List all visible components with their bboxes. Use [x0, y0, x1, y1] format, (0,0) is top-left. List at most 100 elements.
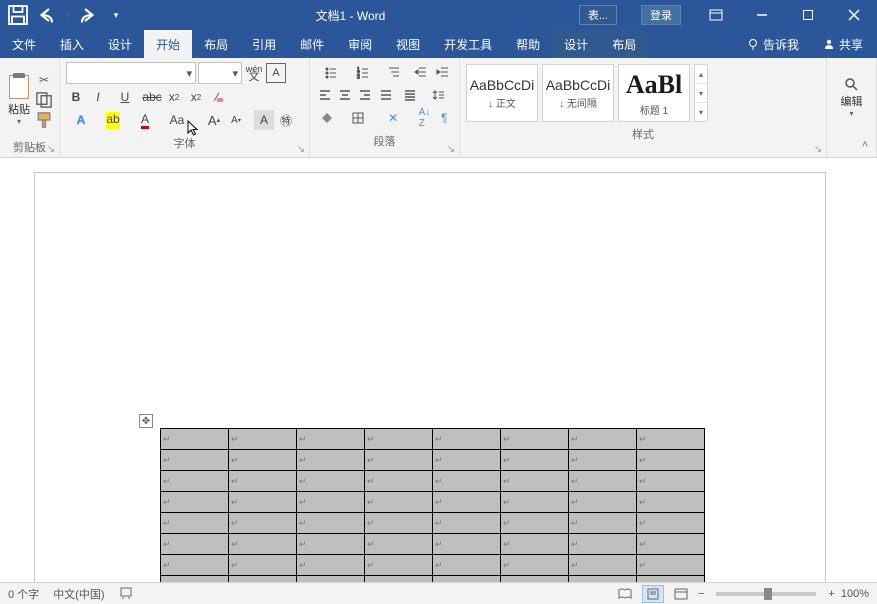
- table-cell[interactable]: ↵: [297, 492, 365, 513]
- clipboard-launcher-icon[interactable]: ↘: [45, 143, 57, 155]
- zoom-in-icon[interactable]: +: [828, 588, 834, 600]
- table-row[interactable]: ↵↵↵↵↵↵↵↵: [161, 492, 705, 513]
- font-launcher-icon[interactable]: ↘: [295, 143, 307, 155]
- table-row[interactable]: ↵↵↵↵↵↵↵↵: [161, 471, 705, 492]
- table-cell[interactable]: ↵: [569, 555, 637, 576]
- table-cell[interactable]: ↵: [501, 555, 569, 576]
- subscript-icon[interactable]: x2: [164, 87, 184, 107]
- asian-layout-icon[interactable]: ✕: [380, 108, 406, 128]
- ribbon-display-options-icon[interactable]: [693, 0, 739, 30]
- text-effects-icon[interactable]: A: [66, 110, 96, 130]
- decrease-indent-icon[interactable]: [411, 62, 431, 82]
- save-icon[interactable]: [6, 3, 30, 27]
- style-heading1[interactable]: AaBl标题 1: [618, 64, 690, 122]
- change-case-icon[interactable]: Aa: [162, 110, 192, 130]
- tab-insert[interactable]: 插入: [48, 30, 96, 58]
- table-row[interactable]: ↵↵↵↵↵↵↵↵: [161, 450, 705, 471]
- tab-references[interactable]: 引用: [240, 30, 288, 58]
- table-cell[interactable]: ↵: [297, 513, 365, 534]
- web-layout-icon[interactable]: [670, 585, 692, 603]
- superscript-icon[interactable]: x2: [186, 87, 206, 107]
- format-painter-icon[interactable]: [34, 111, 54, 129]
- font-color-icon[interactable]: A: [130, 110, 160, 130]
- table-cell[interactable]: ↵: [365, 513, 433, 534]
- table-cell[interactable]: ↵: [637, 513, 705, 534]
- collapse-ribbon-icon[interactable]: ˄: [857, 137, 873, 153]
- table-row[interactable]: ↵↵↵↵↵↵↵↵: [161, 429, 705, 450]
- zoom-out-icon[interactable]: −: [698, 588, 704, 600]
- font-size-combo[interactable]: ▾: [198, 62, 242, 84]
- table-cell[interactable]: ↵: [501, 471, 569, 492]
- table-cell[interactable]: ↵: [637, 429, 705, 450]
- grow-font-icon[interactable]: A▴: [204, 110, 224, 130]
- share-button[interactable]: 共享: [809, 36, 877, 53]
- table-cell[interactable]: ↵: [229, 555, 297, 576]
- align-center-icon[interactable]: [336, 85, 354, 105]
- table-cell[interactable]: ↵: [297, 429, 365, 450]
- table-cell[interactable]: ↵: [229, 471, 297, 492]
- document-table[interactable]: ↵↵↵↵↵↵↵↵↵↵↵↵↵↵↵↵↵↵↵↵↵↵↵↵↵↵↵↵↵↵↵↵↵↵↵↵↵↵↵↵…: [160, 428, 705, 582]
- paste-button[interactable]: 粘贴 ▾: [6, 62, 32, 137]
- undo-dropdown-icon[interactable]: [62, 3, 72, 27]
- tab-file[interactable]: 文件: [0, 30, 48, 58]
- line-spacing-icon[interactable]: [426, 85, 453, 105]
- table-cell[interactable]: ↵: [433, 513, 501, 534]
- justify-icon[interactable]: [377, 85, 395, 105]
- paragraph-launcher-icon[interactable]: ↘: [445, 143, 457, 155]
- table-cell[interactable]: ↵: [297, 450, 365, 471]
- tab-table-design[interactable]: 设计: [552, 30, 600, 58]
- table-cell[interactable]: ↵: [569, 513, 637, 534]
- increase-indent-icon[interactable]: [433, 62, 453, 82]
- shrink-font-icon[interactable]: A▾: [226, 110, 246, 130]
- multilevel-list-icon[interactable]: [380, 62, 410, 82]
- align-right-icon[interactable]: [356, 85, 374, 105]
- login-button[interactable]: 登录: [629, 0, 693, 30]
- style-nospacing[interactable]: AaBbCcDi↓ 无间隔: [542, 64, 614, 122]
- numbering-icon[interactable]: 123: [348, 62, 378, 82]
- tab-mailings[interactable]: 邮件: [288, 30, 336, 58]
- char-shading-icon[interactable]: A: [254, 110, 274, 130]
- show-hide-icon[interactable]: ¶: [435, 108, 453, 128]
- table-cell[interactable]: ↵: [229, 429, 297, 450]
- table-cell[interactable]: ↵: [569, 534, 637, 555]
- print-layout-icon[interactable]: [642, 585, 664, 603]
- style-normal[interactable]: AaBbCcDi↓ 正文: [466, 64, 538, 122]
- table-cell[interactable]: ↵: [297, 555, 365, 576]
- table-cell[interactable]: ↵: [229, 513, 297, 534]
- distributed-icon[interactable]: [397, 85, 424, 105]
- cut-icon[interactable]: ✂: [34, 71, 54, 89]
- table-cell[interactable]: ↵: [637, 534, 705, 555]
- table-cell[interactable]: ↵: [161, 450, 229, 471]
- table-move-handle-icon[interactable]: ✥: [139, 414, 153, 428]
- bullets-icon[interactable]: [316, 62, 346, 82]
- table-cell[interactable]: ↵: [433, 555, 501, 576]
- styles-launcher-icon[interactable]: ↘: [812, 143, 824, 155]
- accessibility-icon[interactable]: [119, 585, 133, 602]
- table-cell[interactable]: ↵: [569, 471, 637, 492]
- table-cell[interactable]: ↵: [501, 450, 569, 471]
- tab-help[interactable]: 帮助: [504, 30, 552, 58]
- read-mode-icon[interactable]: [614, 585, 636, 603]
- table-cell[interactable]: ↵: [501, 534, 569, 555]
- table-cell[interactable]: ↵: [365, 450, 433, 471]
- phonetic-guide-icon[interactable]: wén文: [244, 63, 264, 83]
- table-cell[interactable]: ↵: [365, 471, 433, 492]
- sort-icon[interactable]: A↓Z: [416, 108, 434, 128]
- editing-button[interactable]: 编辑 ▾: [833, 62, 870, 132]
- table-cell[interactable]: ↵: [637, 450, 705, 471]
- tab-layout[interactable]: 布局: [192, 30, 240, 58]
- table-cell[interactable]: ↵: [161, 555, 229, 576]
- table-cell[interactable]: ↵: [161, 534, 229, 555]
- table-row[interactable]: ↵↵↵↵↵↵↵↵: [161, 513, 705, 534]
- table-cell[interactable]: ↵: [637, 555, 705, 576]
- tab-view[interactable]: 视图: [384, 30, 432, 58]
- table-cell[interactable]: ↵: [365, 555, 433, 576]
- table-cell[interactable]: ↵: [501, 513, 569, 534]
- table-row[interactable]: ↵↵↵↵↵↵↵↵: [161, 534, 705, 555]
- table-cell[interactable]: ↵: [161, 492, 229, 513]
- table-cell[interactable]: ↵: [365, 492, 433, 513]
- underline-icon[interactable]: U: [110, 87, 140, 107]
- table-cell[interactable]: ↵: [365, 429, 433, 450]
- table-cell[interactable]: ↵: [229, 534, 297, 555]
- document-area[interactable]: ✥ ↵↵↵↵↵↵↵↵↵↵↵↵↵↵↵↵↵↵↵↵↵↵↵↵↵↵↵↵↵↵↵↵↵↵↵↵↵↵…: [0, 158, 877, 582]
